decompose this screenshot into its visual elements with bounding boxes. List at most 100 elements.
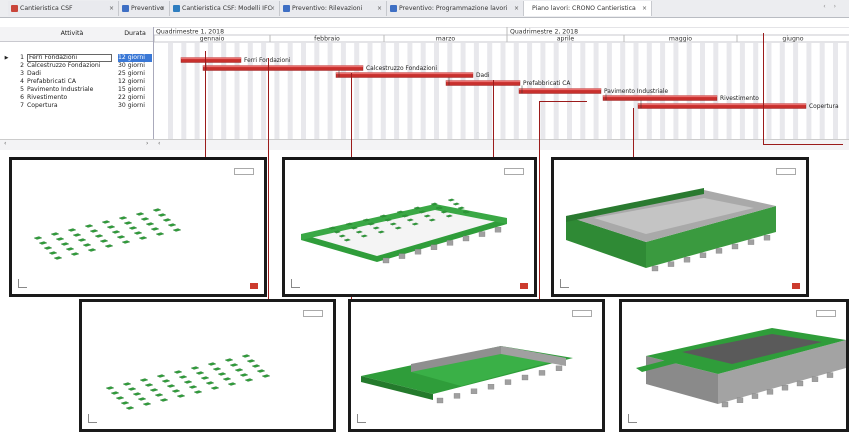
table-row[interactable]: 3 Dadi 25 giorni — [0, 70, 153, 78]
tab-piano-lavori[interactable]: Piano lavori: CRONO Cantieristica × — [524, 1, 652, 16]
footing-block — [227, 382, 237, 386]
footing-block — [70, 252, 80, 256]
quarter-label: Quadrimestre 1, 2018 — [156, 29, 224, 36]
close-icon[interactable]: × — [160, 1, 165, 16]
leader-line — [493, 80, 495, 158]
tab-cantieristica-csf[interactable]: Cantieristica CSF × — [8, 1, 119, 16]
weekend-stripe — [806, 43, 812, 139]
pile-base — [470, 388, 478, 394]
close-icon[interactable]: × — [109, 1, 114, 16]
month-label: aprile — [557, 36, 575, 43]
weekend-stripe — [473, 43, 479, 139]
model-snapshot-pavimento[interactable] — [348, 299, 605, 432]
pile-base — [382, 257, 390, 264]
weekend-stripe — [460, 43, 466, 139]
footing-block — [145, 222, 155, 226]
gantt-bar[interactable] — [335, 72, 474, 78]
pile-base — [504, 379, 512, 385]
close-icon[interactable]: × — [270, 1, 275, 16]
close-icon[interactable]: × — [642, 1, 647, 16]
footing-block — [452, 202, 460, 206]
table-row[interactable]: 4 Prefabbricati CA 12 giorni — [0, 78, 153, 86]
model-snapshot-copertura[interactable] — [619, 299, 849, 432]
gantt-bar[interactable] — [445, 80, 521, 86]
footing-block — [205, 381, 215, 385]
footing-block — [212, 367, 222, 371]
weekend-stripe — [833, 43, 838, 139]
axis-gizmo-icon — [291, 279, 300, 288]
footing-block — [256, 369, 266, 373]
table-row[interactable]: 2 Calcestruzzo Fondazioni 30 giorni — [0, 62, 153, 70]
tab-rilevazioni[interactable]: Preventivo: Rilevazioni × — [280, 1, 387, 16]
weekend-stripe — [673, 43, 679, 139]
survey-icon — [283, 4, 290, 12]
project-icon — [11, 4, 18, 12]
footing-block — [84, 224, 94, 228]
footing-block — [251, 364, 261, 368]
table-row[interactable]: 5 Pavimento Industriale 15 giorni — [0, 86, 153, 94]
footing-block — [89, 229, 99, 233]
model-snapshot-ferri-fondazioni[interactable] — [9, 157, 267, 297]
model-snapshot-prefabbricati[interactable] — [551, 157, 809, 297]
footing-block — [123, 221, 133, 225]
table-row[interactable]: ▶ 1 Ferri Fondazioni 12 giorni — [0, 54, 153, 62]
footing-block — [115, 396, 125, 400]
footing-block — [137, 397, 147, 401]
weekend-stripe — [726, 43, 732, 139]
column-header-attivita[interactable]: Attività — [27, 27, 117, 42]
footing-block — [105, 386, 115, 390]
weekend-stripe — [168, 43, 173, 139]
axis-gizmo-icon — [357, 414, 366, 423]
scroll-left-icon[interactable]: ‹ — [158, 140, 160, 147]
footing-block — [106, 225, 116, 229]
model-view — [300, 198, 508, 264]
model-snapshot-calcestruzzo[interactable] — [79, 299, 336, 432]
footing-block — [140, 217, 150, 221]
footing-block — [246, 359, 256, 363]
gantt-bar-label: Rivestimento — [720, 96, 759, 102]
footing-block — [150, 227, 160, 231]
footing-block — [120, 401, 130, 405]
table-row[interactable]: 6 Rivestimento 22 giorni — [0, 94, 153, 102]
tab-preventivo[interactable]: Preventivo × — [119, 1, 170, 16]
scroll-right-icon[interactable]: › — [146, 140, 148, 147]
table-row[interactable]: 7 Copertura 30 giorni — [0, 102, 153, 110]
scroll-left-icon[interactable]: ‹ — [4, 140, 6, 147]
footing-block — [132, 392, 142, 396]
weekend-stripe — [713, 43, 719, 139]
gantt-bar[interactable] — [202, 65, 364, 71]
pile-base — [826, 372, 834, 378]
footing-block — [156, 374, 166, 378]
footing-block — [82, 243, 92, 247]
tab-scroll-arrows[interactable]: ‹ › — [823, 3, 839, 10]
gantt-bar[interactable] — [518, 88, 602, 94]
pile-base — [731, 243, 739, 250]
footing-block — [128, 226, 138, 230]
close-icon[interactable]: × — [514, 1, 519, 16]
tab-programmazione-lavori[interactable]: Preventivo: Programmazione lavori × — [387, 1, 524, 16]
gantt-bar-label: Prefabbricati CA — [523, 81, 570, 87]
gantt-bar[interactable] — [180, 57, 242, 63]
gantt-bar[interactable] — [637, 103, 807, 109]
estimate-icon — [122, 4, 129, 12]
footing-block — [183, 380, 193, 384]
tab-modelli-ifc[interactable]: Cantieristica CSF: Modelli IFC × — [170, 1, 280, 16]
snapshot-date-stamp — [234, 168, 254, 175]
gantt-bar[interactable] — [602, 95, 718, 101]
pile-base — [736, 397, 744, 403]
close-icon[interactable]: × — [377, 1, 382, 16]
axis-gizmo-icon — [88, 414, 97, 423]
pile-base — [453, 393, 461, 399]
ifc-model-icon — [173, 4, 180, 12]
horizontal-scrollbar[interactable]: ‹ › ‹ — [0, 139, 849, 150]
footing-block — [53, 256, 63, 260]
column-header-durata[interactable]: Durata — [117, 27, 153, 42]
footing-block — [116, 235, 126, 239]
pile-base — [436, 397, 444, 404]
footing-block — [176, 394, 186, 398]
footing-block — [139, 378, 149, 382]
footing-block — [224, 358, 234, 362]
pile-base — [538, 370, 546, 376]
weekend-stripe — [354, 43, 360, 139]
model-snapshot-dadi[interactable] — [282, 157, 537, 297]
